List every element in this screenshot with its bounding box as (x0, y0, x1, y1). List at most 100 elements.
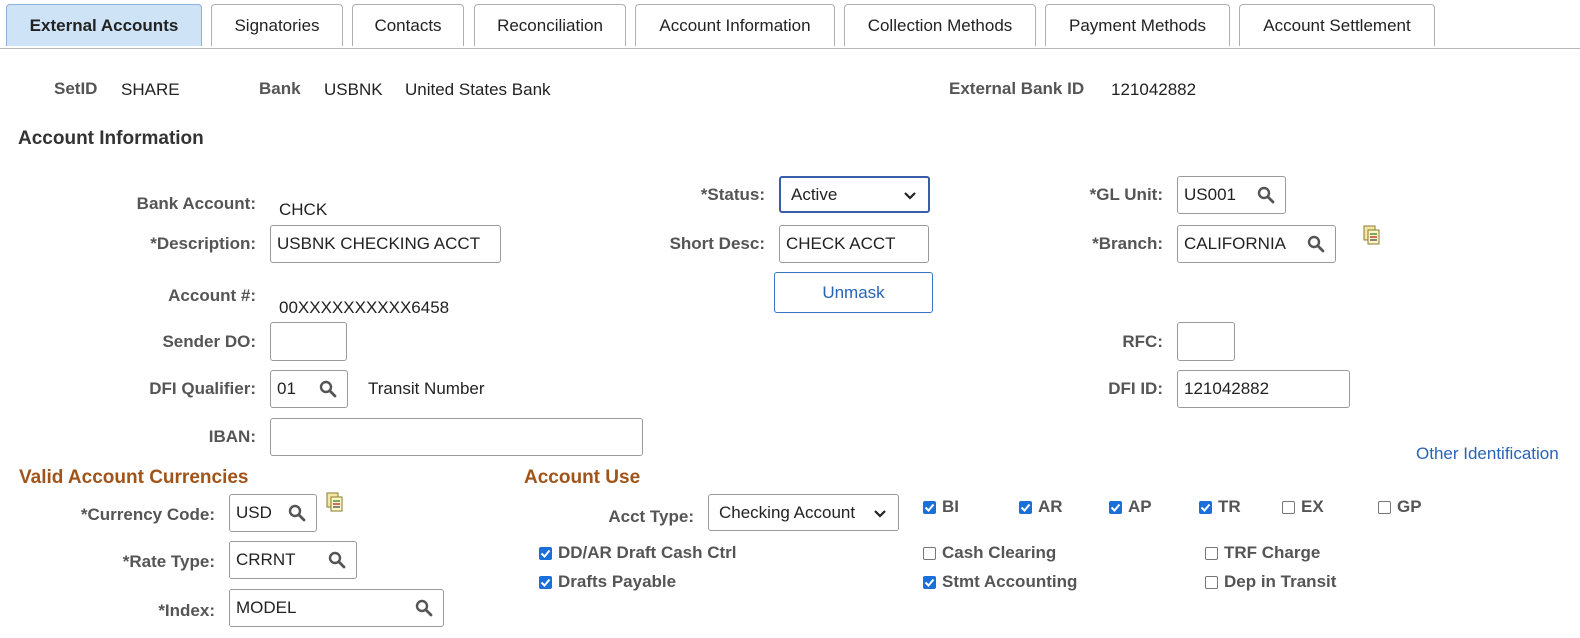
checkbox-dd-ar-draft-cash-ctrl[interactable]: DD/AR Draft Cash Ctrl (539, 543, 737, 563)
tab-account-settlement[interactable]: Account Settlement (1239, 4, 1435, 46)
checkbox-checked[interactable] (539, 546, 552, 560)
status-select[interactable]: Active (779, 176, 930, 213)
chevron-down-icon (874, 509, 886, 518)
description-label: *Description: (150, 234, 256, 253)
bank-name: United States Bank (405, 80, 551, 99)
checkbox-unchecked[interactable] (1378, 500, 1391, 514)
chevron-down-icon (904, 191, 916, 200)
search-icon[interactable] (286, 502, 308, 524)
checkbox-unchecked[interactable] (1282, 500, 1295, 514)
dfi-qualifier-description: Transit Number (368, 379, 485, 398)
checkbox-checked[interactable] (1199, 500, 1212, 514)
checkbox-trf-charge[interactable]: TRF Charge (1205, 543, 1320, 563)
checkbox-checked[interactable] (539, 575, 552, 589)
currency-code-label: *Currency Code: (80, 505, 215, 524)
checkbox-label: Drafts Payable (558, 572, 677, 591)
checkbox-label: EX (1301, 497, 1324, 516)
tab-reconciliation[interactable]: Reconciliation (474, 4, 626, 46)
tab-bar: External Accounts Signatories Contacts R… (0, 0, 1580, 49)
checkbox-label: BI (942, 497, 959, 516)
search-icon[interactable] (317, 378, 339, 400)
index-label: *Index: (158, 601, 215, 620)
account-use-title: Account Use (524, 467, 641, 488)
external-bank-id-value: 121042882 (1111, 80, 1197, 99)
checkbox-label: DD/AR Draft Cash Ctrl (558, 543, 737, 562)
checkbox-label: Cash Clearing (942, 543, 1057, 562)
checkbox-checked[interactable] (923, 500, 936, 514)
status-label: *Status: (700, 185, 765, 204)
search-icon[interactable] (1255, 184, 1277, 206)
bank-label: Bank (259, 79, 301, 98)
short-desc-input[interactable]: CHECK ACCT (779, 225, 929, 263)
search-icon[interactable] (413, 597, 435, 619)
dfi-qualifier-input[interactable]: 01 (270, 370, 348, 408)
dfi-id-input[interactable]: 121042882 (1177, 370, 1350, 408)
dfi-qualifier-label: DFI Qualifier: (149, 379, 256, 398)
short-desc-label: Short Desc: (669, 234, 765, 253)
rfc-label: RFC: (1122, 332, 1163, 351)
currency-code-input[interactable]: USD (229, 494, 317, 532)
iban-label: IBAN: (208, 427, 256, 446)
other-identification-link[interactable]: Other Identification (1416, 444, 1559, 464)
checkbox-label: AR (1038, 497, 1063, 516)
sender-do-input[interactable] (270, 322, 347, 361)
bank-account-value: CHCK (279, 200, 328, 219)
tab-contacts[interactable]: Contacts (352, 4, 464, 46)
checkbox-label: Dep in Transit (1224, 572, 1337, 591)
iban-input[interactable] (270, 418, 643, 456)
checkbox-stmt-accounting[interactable]: Stmt Accounting (923, 572, 1077, 592)
gl-unit-label: *GL Unit: (1089, 185, 1163, 204)
checkbox-dep-in-transit[interactable]: Dep in Transit (1205, 572, 1336, 592)
setid-value: SHARE (121, 80, 180, 99)
external-bank-id-label: External Bank ID (949, 79, 1085, 98)
unmask-button[interactable]: Unmask (774, 272, 933, 313)
bank-code: USBNK (324, 80, 383, 99)
rate-type-label: *Rate Type: (122, 552, 215, 571)
checkbox-label: TR (1218, 497, 1241, 516)
tab-external-accounts[interactable]: External Accounts (6, 4, 202, 46)
checkbox-cash-clearing[interactable]: Cash Clearing (923, 543, 1056, 563)
rfc-input[interactable] (1177, 322, 1235, 361)
bank-account-label: Bank Account: (136, 194, 256, 213)
description-input[interactable]: USBNK CHECKING ACCT (270, 225, 501, 263)
checkbox-ap[interactable]: AP (1109, 497, 1152, 517)
account-number-label: Account #: (168, 286, 256, 305)
acct-type-label: Acct Type: (608, 507, 694, 526)
checkbox-tr[interactable]: TR (1199, 497, 1241, 517)
branch-label: *Branch: (1092, 234, 1163, 253)
checkbox-checked[interactable] (1109, 500, 1122, 514)
tab-signatories[interactable]: Signatories (211, 4, 343, 46)
tab-collection-methods[interactable]: Collection Methods (844, 4, 1036, 46)
checkbox-gp[interactable]: GP (1378, 497, 1422, 517)
branch-input[interactable]: CALIFORNIA (1177, 225, 1336, 263)
acct-type-select[interactable]: Checking Account (708, 494, 899, 531)
search-icon[interactable] (1305, 233, 1327, 255)
checkbox-unchecked[interactable] (923, 546, 936, 560)
checkbox-ar[interactable]: AR (1019, 497, 1063, 517)
checkbox-ex[interactable]: EX (1282, 497, 1324, 517)
checkbox-label: Stmt Accounting (942, 572, 1078, 591)
rate-type-input[interactable]: CRRNT (229, 541, 357, 579)
account-number-value: 00XXXXXXXXXX6458 (279, 298, 450, 317)
branch-details-icon[interactable] (1362, 225, 1382, 245)
checkbox-bi[interactable]: BI (923, 497, 959, 517)
setid-label: SetID (54, 79, 98, 98)
checkbox-unchecked[interactable] (1205, 575, 1218, 589)
checkbox-label: GP (1397, 497, 1422, 516)
checkbox-label: TRF Charge (1224, 543, 1321, 562)
tab-payment-methods[interactable]: Payment Methods (1045, 4, 1230, 46)
currency-details-icon[interactable] (325, 492, 345, 512)
tab-account-information[interactable]: Account Information (635, 4, 835, 46)
checkbox-label: AP (1128, 497, 1152, 516)
account-information-title: Account Information (18, 128, 204, 149)
search-icon[interactable] (326, 549, 348, 571)
sender-do-label: Sender DO: (162, 332, 256, 351)
index-input[interactable]: MODEL (229, 589, 444, 627)
checkbox-checked[interactable] (1019, 500, 1032, 514)
checkbox-unchecked[interactable] (1205, 546, 1218, 560)
checkbox-checked[interactable] (923, 575, 936, 589)
gl-unit-input[interactable]: US001 (1177, 176, 1286, 214)
dfi-id-label: DFI ID: (1108, 379, 1163, 398)
checkbox-drafts-payable[interactable]: Drafts Payable (539, 572, 676, 592)
valid-account-currencies-title: Valid Account Currencies (19, 467, 249, 488)
